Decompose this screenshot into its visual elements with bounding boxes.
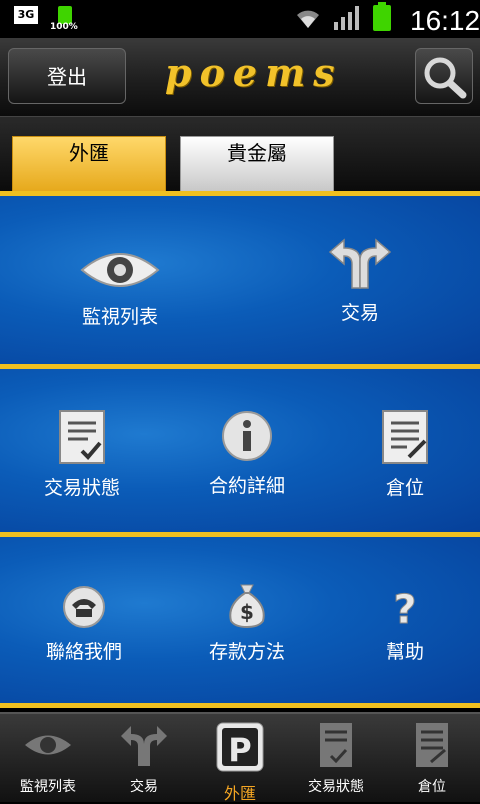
document-edit-icon [382, 410, 428, 464]
document-check-icon [320, 723, 352, 767]
search-button[interactable] [415, 48, 473, 104]
status-bar: 3G 100% 16:12 [0, 0, 480, 38]
logout-button[interactable]: 登出 [8, 48, 126, 104]
trade-arrows-icon [328, 238, 392, 289]
nav-watchlist-label: 監視列表 [20, 779, 76, 795]
tab-precious-metals[interactable]: 貴金屬 [180, 136, 334, 192]
nav-forex[interactable]: P 外匯 [192, 714, 288, 803]
menu-row-3: 聯絡我們 $ 存款方法 ? 幫助 [0, 537, 480, 703]
trade-arrows-icon [121, 726, 167, 766]
eye-icon [80, 253, 160, 287]
svg-text:?: ? [393, 587, 416, 629]
clock: 16:12 [410, 5, 480, 36]
contract-details-button[interactable]: 合約詳細 [167, 409, 327, 498]
nav-trade-status[interactable]: 交易狀態 [288, 714, 384, 802]
trade-button[interactable]: 交易 [280, 236, 440, 325]
p-logo-icon: P [216, 722, 264, 772]
nav-positions-label: 倉位 [418, 779, 446, 795]
app-header: 登出 poems [0, 38, 480, 117]
trade-label: 交易 [340, 302, 379, 324]
contact-us-label: 聯絡我們 [45, 641, 122, 663]
tab-forex[interactable]: 外匯 [12, 136, 166, 192]
trade-status-label: 交易狀態 [43, 477, 120, 499]
menu-row-1: 監視列表 交易 [0, 196, 480, 364]
menu-row-2: 交易狀態 合約詳細 倉位 [0, 369, 480, 532]
nav-positions[interactable]: 倉位 [384, 714, 480, 802]
help-button[interactable]: ? 幫助 [325, 585, 480, 664]
money-bag-icon: $ [229, 584, 265, 629]
eye-icon [25, 735, 71, 755]
network-3g-indicator: 3G [14, 6, 38, 24]
document-edit-icon [416, 723, 448, 767]
question-icon: ? [393, 587, 417, 630]
contract-details-label: 合約詳細 [208, 475, 285, 497]
poems-logo: poems [165, 50, 343, 95]
market-tab-bar: 外匯 貴金屬 [0, 117, 480, 193]
trade-status-button[interactable]: 交易狀態 [2, 409, 162, 500]
svg-text:$: $ [240, 600, 254, 624]
nav-forex-label: 外匯 [223, 784, 256, 803]
bottom-nav: 監視列表 交易 P 外匯 交易狀態 倉位 [0, 712, 480, 803]
positions-label: 倉位 [385, 477, 424, 499]
battery-icon [373, 2, 391, 31]
document-check-icon [59, 410, 105, 464]
watchlist-button[interactable]: 監視列表 [40, 246, 200, 329]
svg-text:P: P [228, 731, 251, 769]
deposit-methods-button[interactable]: $ 存款方法 [167, 581, 327, 664]
signal-icon [334, 6, 359, 30]
nav-trade-status-label: 交易狀態 [308, 779, 364, 795]
wifi-icon [297, 10, 319, 28]
small-battery-percent: 100% [50, 22, 78, 32]
phone-icon [63, 586, 105, 628]
positions-button[interactable]: 倉位 [325, 409, 480, 500]
nav-trade[interactable]: 交易 [96, 714, 192, 802]
help-label: 幫助 [385, 641, 424, 663]
watchlist-label: 監視列表 [81, 306, 158, 328]
contact-us-button[interactable]: 聯絡我們 [4, 585, 164, 664]
nav-watchlist[interactable]: 監視列表 [0, 714, 96, 802]
info-icon [222, 411, 272, 461]
nav-trade-label: 交易 [130, 779, 158, 795]
deposit-methods-label: 存款方法 [208, 641, 285, 663]
search-icon [424, 57, 467, 99]
row-divider [0, 703, 480, 708]
